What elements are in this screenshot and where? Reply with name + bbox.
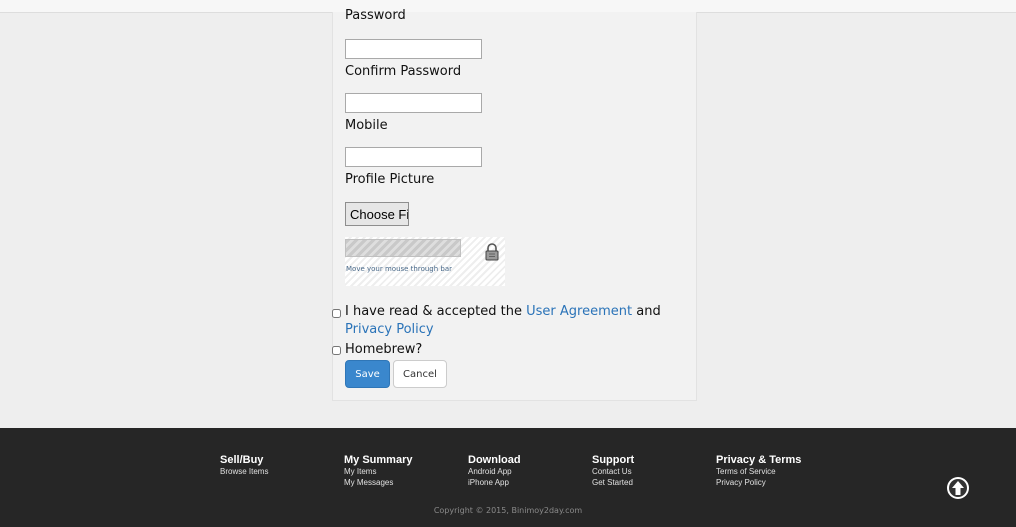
footer-column-download: Download Android App iPhone App <box>468 454 521 488</box>
user-agreement-link[interactable]: User Agreement <box>526 304 632 319</box>
privacy-policy-link[interactable]: Privacy Policy <box>345 322 434 337</box>
password-label: Password <box>345 8 406 23</box>
agreement-text: I have read & accepted the User Agreemen… <box>345 303 675 339</box>
agreement-checkbox[interactable] <box>332 309 341 318</box>
captcha-hint: Move your mouse through bar <box>346 265 453 273</box>
confirm-password-label: Confirm Password <box>345 64 462 79</box>
footer-heading: Support <box>592 454 635 466</box>
mobile-input[interactable] <box>345 147 482 167</box>
footer-column-support: Support Contact Us Get Started <box>592 454 634 488</box>
captcha-slider-bar[interactable] <box>345 239 461 257</box>
confirm-password-input[interactable] <box>345 93 482 113</box>
password-input[interactable] <box>345 39 482 59</box>
choose-file-label: Choose File <box>350 207 409 222</box>
footer-link-my-messages[interactable]: My Messages <box>344 477 412 488</box>
profile-picture-label: Profile Picture <box>345 172 435 187</box>
footer-link-get-started[interactable]: Get Started <box>592 477 634 488</box>
footer-link-terms-of-service[interactable]: Terms of Service <box>716 466 801 477</box>
choose-file-button[interactable]: Choose File <box>345 202 409 226</box>
footer-link-privacy-policy[interactable]: Privacy Policy <box>716 477 801 488</box>
copyright-text: Copyright © 2015, Binimoy2day.com <box>433 506 583 515</box>
footer-heading: Download <box>468 454 521 466</box>
homebrew-label: Homebrew? <box>345 342 423 357</box>
mobile-label: Mobile <box>345 118 388 133</box>
footer-column-sell-buy: Sell/Buy Browse Items <box>220 454 268 477</box>
footer: Sell/Buy Browse Items My Summary My Item… <box>0 428 1016 527</box>
homebrew-checkbox[interactable] <box>332 346 341 355</box>
footer-link-android-app[interactable]: Android App <box>468 466 521 477</box>
agreement-prefix: I have read & accepted the <box>345 304 527 319</box>
footer-heading: My Summary <box>344 454 413 466</box>
footer-link-iphone-app[interactable]: iPhone App <box>468 477 521 488</box>
footer-column-privacy-terms: Privacy & Terms Terms of Service Privacy… <box>716 454 801 488</box>
arrow-up-circle-icon[interactable] <box>946 476 970 500</box>
lock-icon <box>485 243 499 261</box>
footer-heading: Sell/Buy <box>220 454 264 466</box>
save-button[interactable]: Save <box>345 360 390 388</box>
footer-heading: Privacy & Terms <box>716 454 802 466</box>
footer-link-browse-items[interactable]: Browse Items <box>220 466 268 477</box>
slide-captcha[interactable]: Move your mouse through bar <box>345 237 505 286</box>
footer-column-my-summary: My Summary My Items My Messages <box>344 454 412 488</box>
cancel-button[interactable]: Cancel <box>393 360 447 388</box>
agreement-and: and <box>632 304 661 319</box>
footer-link-my-items[interactable]: My Items <box>344 466 412 477</box>
footer-link-contact-us[interactable]: Contact Us <box>592 466 634 477</box>
